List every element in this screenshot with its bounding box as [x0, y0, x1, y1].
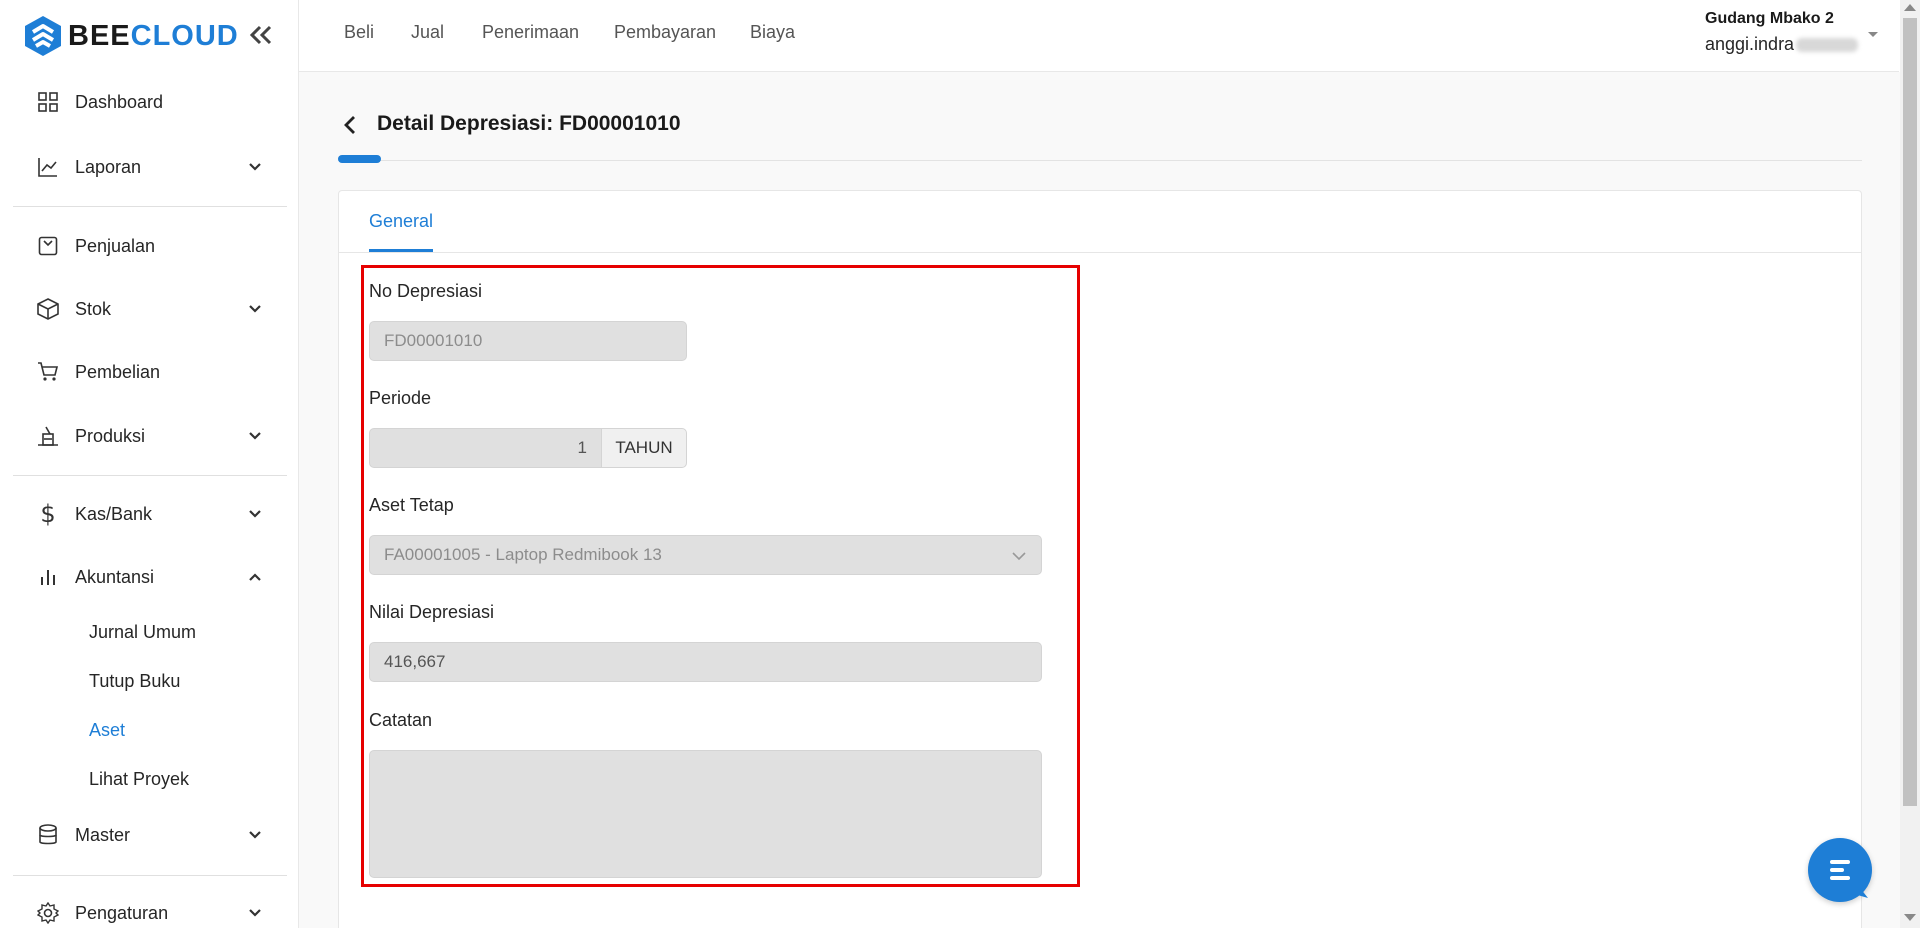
- sidebar-item-label: Penjualan: [75, 235, 156, 256]
- chevron-down-icon: [245, 157, 265, 177]
- catatan-label: Catatan: [369, 710, 433, 730]
- title-divider: [338, 160, 1862, 161]
- sidebar-item-master[interactable]: Master: [0, 815, 299, 855]
- periode-unit-addon: TAHUN: [601, 428, 687, 468]
- sidebar-item-label: Pengaturan: [75, 902, 169, 923]
- bar-chart-icon: [36, 565, 60, 589]
- beecloud-logo-icon: [25, 16, 61, 56]
- periode-label: Periode: [369, 388, 432, 408]
- sidebar-item-dashboard[interactable]: Dashboard: [0, 82, 299, 122]
- sidebar-item-penjualan[interactable]: Penjualan: [0, 226, 299, 266]
- tab-general[interactable]: General: [369, 211, 434, 252]
- topnav-beli[interactable]: Beli: [344, 22, 374, 43]
- sidebar-item-akuntansi[interactable]: Akuntansi: [0, 557, 299, 597]
- sidebar-item-stok[interactable]: Stok: [0, 289, 299, 329]
- collapse-sidebar-button[interactable]: [246, 20, 276, 50]
- sidebar: BEECLOUD Dashboard Laporan Penjualan Sto…: [0, 0, 299, 928]
- aset-tetap-value: FA00001005 - Laptop Redmibook 13: [384, 545, 662, 564]
- sidebar-item-label: Kas/Bank: [75, 503, 153, 524]
- main-content: Detail Depresiasi: FD00001010 General No…: [299, 72, 1900, 928]
- tab-bar: General: [339, 191, 1861, 253]
- sidebar-item-pengaturan[interactable]: Pengaturan: [0, 893, 299, 928]
- chevron-down-icon: [1012, 552, 1026, 561]
- chat-icon: [1830, 860, 1868, 898]
- box-icon: [36, 297, 60, 321]
- aset-tetap-select[interactable]: FA00001005 - Laptop Redmibook 13: [369, 535, 1042, 575]
- topnav-pembayaran[interactable]: Pembayaran: [614, 22, 716, 43]
- sidebar-item-produksi[interactable]: Produksi: [0, 416, 299, 456]
- chevron-up-icon: [245, 567, 265, 587]
- chevron-down-icon: [245, 299, 265, 319]
- no-depresiasi-value: FD00001010: [384, 331, 483, 350]
- gear-icon: [36, 901, 60, 925]
- sidebar-divider: [13, 206, 287, 207]
- sidebar-subitem-jurnal-umum[interactable]: Jurnal Umum: [89, 617, 196, 647]
- user-menu[interactable]: Gudang Mbako 2 anggi.indra: [1705, 10, 1859, 55]
- sidebar-item-laporan[interactable]: Laporan: [0, 147, 299, 187]
- title-accent-bar: [338, 155, 381, 163]
- topnav-jual[interactable]: Jual: [411, 22, 444, 43]
- chevron-down-icon: [245, 825, 265, 845]
- page-title: Detail Depresiasi: FD00001010: [377, 112, 681, 135]
- sidebar-item-kas-bank[interactable]: $ Kas/Bank: [0, 494, 299, 534]
- chevron-down-icon: [245, 426, 265, 446]
- catatan-textarea[interactable]: [369, 750, 1042, 878]
- no-depresiasi-field[interactable]: FD00001010: [369, 321, 687, 361]
- database-icon: [36, 823, 60, 847]
- chevron-down-icon: [245, 504, 265, 524]
- chevron-left-icon: [344, 116, 355, 134]
- dollar-icon: $: [40, 500, 56, 528]
- periode-field[interactable]: 1: [369, 428, 602, 468]
- sidebar-item-label: Master: [75, 824, 131, 845]
- periode-value: 1: [577, 438, 587, 457]
- redacted-text: [1796, 38, 1859, 53]
- company-name: Gudang Mbako 2: [1705, 10, 1834, 27]
- logo-text: BEECLOUD: [68, 19, 239, 52]
- sidebar-subitem-lihat-proyek[interactable]: Lihat Proyek: [89, 764, 189, 794]
- sidebar-subitem-aset[interactable]: Aset: [89, 715, 125, 745]
- aset-tetap-label: Aset Tetap: [369, 495, 454, 515]
- nilai-depresiasi-label: Nilai Depresiasi: [369, 602, 495, 622]
- sidebar-divider: [13, 475, 287, 476]
- sidebar-item-label: Akuntansi: [75, 566, 155, 587]
- cart-icon: [36, 360, 60, 384]
- receipt-icon: [36, 234, 60, 258]
- back-button[interactable]: [337, 112, 363, 138]
- dashboard-icon: [36, 90, 60, 114]
- scroll-down-arrow-icon[interactable]: [1904, 914, 1916, 921]
- nilai-depresiasi-field[interactable]: 416,667: [369, 642, 1042, 682]
- no-depresiasi-label: No Depresiasi: [369, 281, 483, 301]
- sidebar-item-label: Dashboard: [75, 91, 164, 112]
- sidebar-divider: [13, 875, 287, 876]
- scroll-up-arrow-icon[interactable]: [1904, 4, 1916, 11]
- caret-down-icon[interactable]: [1865, 28, 1881, 40]
- topnav-penerimaan[interactable]: Penerimaan: [482, 22, 579, 43]
- scrollbar-thumb[interactable]: [1903, 18, 1917, 806]
- detail-card: General No Depresiasi FD00001010 Periode…: [338, 190, 1862, 928]
- sidebar-item-label: Pembelian: [75, 361, 161, 382]
- user-email: anggi.indra: [1705, 34, 1859, 55]
- sidebar-item-label: Laporan: [75, 156, 142, 177]
- chart-line-icon: [36, 155, 60, 179]
- sidebar-item-label: Stok: [75, 298, 112, 319]
- top-bar: Beli Jual Penerimaan Pembayaran Biaya Gu…: [299, 0, 1899, 72]
- sidebar-item-label: Produksi: [75, 425, 146, 446]
- nilai-depresiasi-value: 416,667: [384, 652, 446, 671]
- factory-icon: [36, 424, 60, 448]
- sidebar-item-pembelian[interactable]: Pembelian: [0, 352, 299, 392]
- chat-button[interactable]: [1808, 838, 1872, 902]
- chevron-down-icon: [245, 903, 265, 923]
- double-chevron-left-icon: [249, 25, 272, 45]
- sidebar-subitem-tutup-buku[interactable]: Tutup Buku: [89, 666, 180, 696]
- topnav-biaya[interactable]: Biaya: [750, 22, 795, 43]
